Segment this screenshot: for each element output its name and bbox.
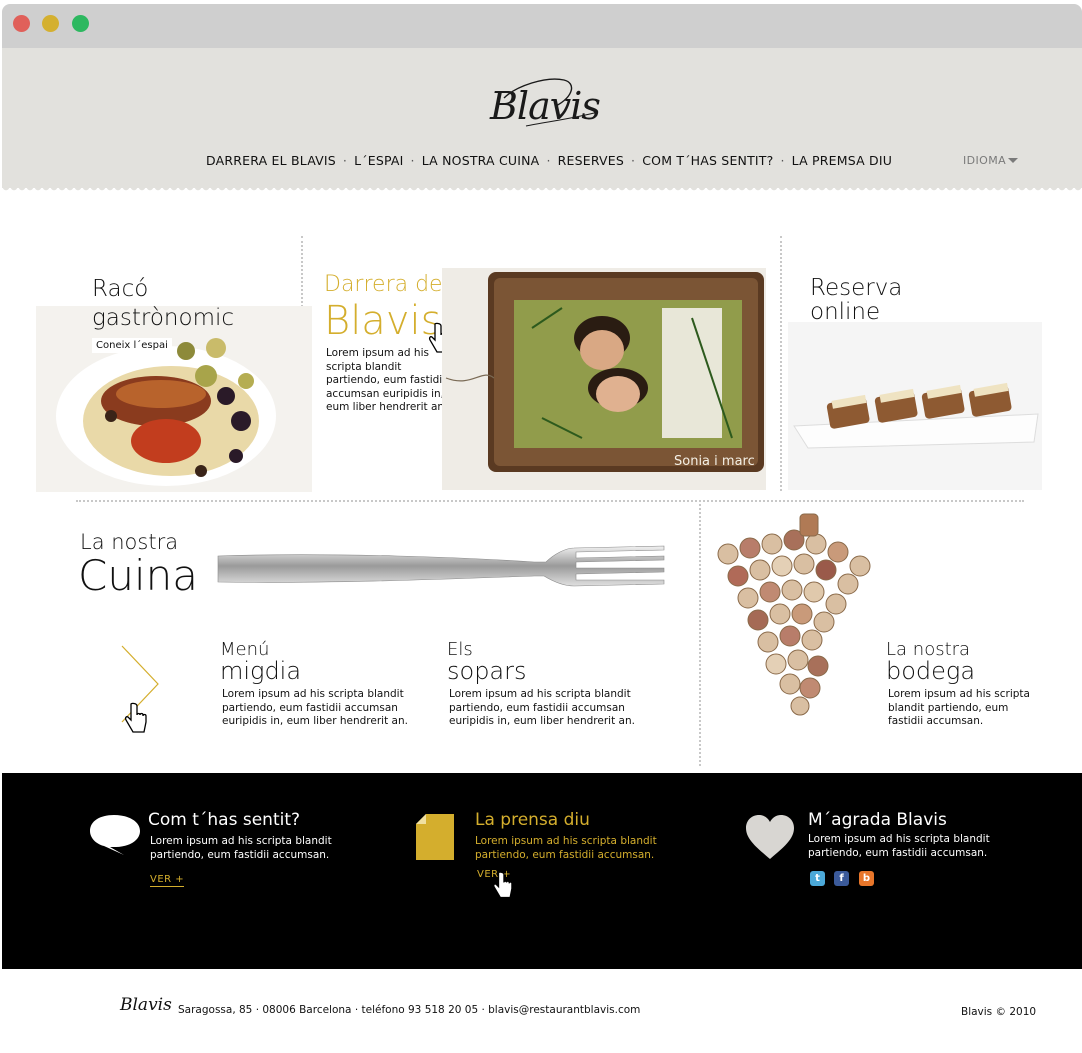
nav-separator: · — [342, 153, 348, 168]
sentit-ver-link[interactable]: VER + — [150, 874, 185, 887]
bodega-text: Lorem ipsum ad his scripta blandit parti… — [888, 688, 1030, 727]
divider — [699, 504, 701, 766]
facebook-icon[interactable]: f — [834, 871, 849, 886]
raco-title-2: gastrònomic — [92, 305, 235, 331]
sentit-title: Com t´has sentit? — [148, 810, 301, 830]
food-image — [36, 306, 312, 492]
language-label: IDIOMA — [963, 154, 1007, 167]
darrera-text: Lorem ipsum ad his scripta blandit parti… — [326, 347, 448, 413]
divider — [780, 236, 782, 491]
hand-cursor-icon — [493, 871, 513, 899]
speech-bubble-icon — [90, 815, 140, 855]
photo-frame-image: Sonia i marc — [442, 268, 766, 490]
footer-copyright: Blavis © 2010 — [961, 1006, 1037, 1018]
minimize-window-button[interactable] — [42, 15, 59, 32]
document-icon — [416, 814, 454, 860]
chevron-down-icon — [1008, 158, 1019, 163]
cuina-title-2: Cuina — [78, 551, 198, 600]
fork-image — [217, 545, 665, 587]
photo-caption: Sonia i marc — [674, 454, 755, 469]
blogger-icon[interactable]: b — [859, 871, 874, 886]
nav-espai[interactable]: L´ESPAI — [354, 153, 403, 168]
twitter-icon[interactable]: t — [810, 871, 825, 886]
heart-icon — [746, 815, 794, 859]
window-titlebar — [2, 4, 1082, 48]
raco-title-1: Racó — [92, 276, 149, 302]
nav-separator: · — [631, 153, 636, 168]
darrera-title-2: Blavis — [324, 298, 442, 344]
site-header: Blavis DARRERA EL BLAVIS · L´ESPAI · LA NOST… — [2, 48, 1082, 193]
nav-sentit[interactable]: COM T´HAS SENTIT? — [642, 153, 773, 168]
premsa-title: La prensa diu — [475, 810, 590, 830]
nav-separator: · — [546, 153, 551, 168]
footer-panel: Com t´has sentit? Lorem ipsum ad his scr… — [2, 773, 1082, 969]
nav-darrera[interactable]: DARRERA EL BLAVIS — [206, 153, 336, 168]
logo-text: Blavis — [490, 84, 601, 128]
menu-title-2: migdia — [220, 657, 302, 685]
nav-separator: · — [780, 153, 785, 168]
bodega-title-2: bodega — [886, 657, 976, 685]
browser-window: Blavis DARRERA EL BLAVIS · L´ESPAI · LA NOST… — [2, 4, 1082, 1053]
maximize-window-button[interactable] — [72, 15, 89, 32]
sopars-text: Lorem ipsum ad his scripta blandit parti… — [449, 688, 635, 727]
footer-logo[interactable]: Blavis — [120, 995, 172, 1015]
main-nav: DARRERA EL BLAVIS · L´ESPAI · LA NOSTRA CUIN… — [206, 153, 892, 168]
premsa-text: Lorem ipsum ad his scripta blandit parti… — [475, 835, 657, 861]
site-logo[interactable]: Blavis — [486, 66, 606, 136]
sentit-text: Lorem ipsum ad his scripta blandit parti… — [150, 835, 332, 861]
tapas-image — [788, 322, 1042, 490]
reserva-title-1: Reserva — [810, 275, 903, 301]
nav-separator: · — [410, 153, 415, 168]
footer-address: Saragossa, 85 · 08006 Barcelona · teléfo… — [178, 1004, 641, 1016]
close-window-button[interactable] — [13, 15, 30, 32]
nav-premsa[interactable]: LA PREMSA DIU — [792, 153, 892, 168]
coneix-espai-link[interactable]: Coneix l´espai — [92, 338, 172, 353]
agrada-text: Lorem ipsum ad his scripta blandit parti… — [808, 833, 990, 859]
site-footer: Blavis Saragossa, 85 · 08006 Barcelona ·… — [2, 969, 1082, 1053]
nav-reserves[interactable]: RESERVES — [558, 153, 624, 168]
corks-grape-image — [717, 513, 871, 716]
nav-cuina[interactable]: LA NOSTRA CUINA — [422, 153, 540, 168]
agrada-title: M´agrada Blavis — [808, 810, 947, 830]
divider — [76, 500, 1024, 502]
menu-text: Lorem ipsum ad his scripta blandit parti… — [222, 688, 408, 727]
language-dropdown[interactable]: IDIOMA — [963, 154, 1019, 167]
sopars-title-2: sopars — [447, 657, 527, 685]
darrera-title-1: Darrera del — [324, 272, 449, 297]
hand-cursor-icon — [124, 702, 147, 733]
